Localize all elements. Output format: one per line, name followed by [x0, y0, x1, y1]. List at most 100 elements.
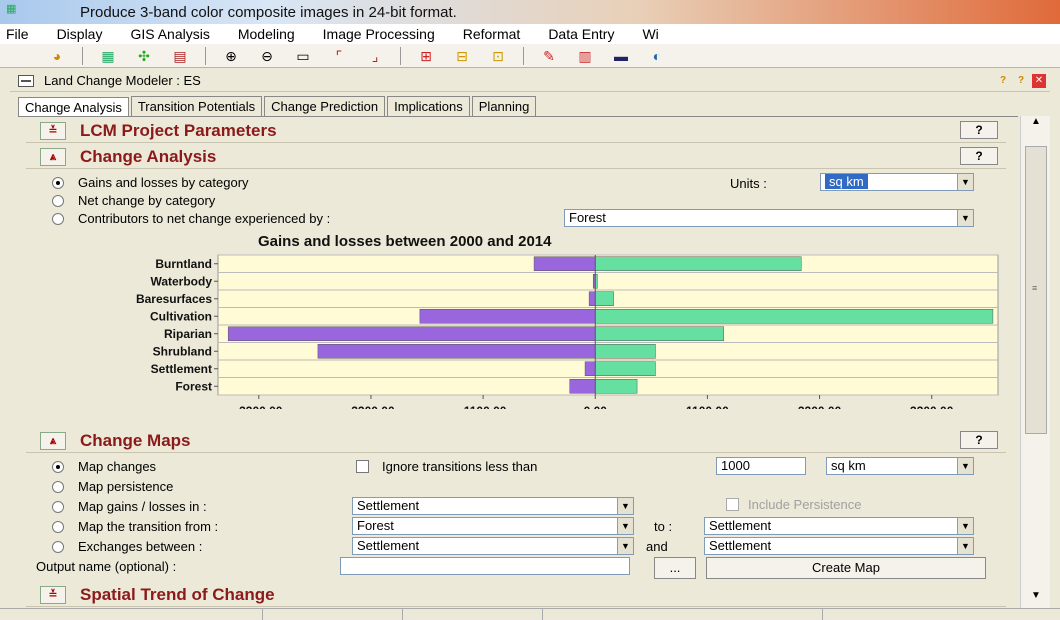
dropdown-arrow-icon[interactable]: ▼ [617, 498, 633, 514]
help-button[interactable]: ? [960, 431, 998, 449]
expand-icon[interactable]: ≚ [40, 121, 66, 140]
globe-icon[interactable]: ◐ [646, 48, 668, 64]
close-icon[interactable]: ✕ [1032, 74, 1046, 88]
scroll-up-icon[interactable]: ▲ [1025, 116, 1047, 130]
context-help-icon[interactable]: ? [1014, 74, 1028, 88]
network-icon[interactable]: ⊞ [415, 48, 437, 64]
menu-data-entry[interactable]: Data Entry [548, 26, 614, 42]
window-icon[interactable]: ▭ [292, 48, 314, 64]
open-icon[interactable]: ◕ [46, 48, 68, 64]
tab-implications[interactable]: Implications [387, 96, 470, 116]
module-title: Land Change Modeler : ES [44, 73, 201, 88]
zoom-in-icon[interactable]: ⊕ [220, 48, 242, 64]
link-icon[interactable]: ⊟ [451, 48, 473, 64]
dropdown-arrow-icon[interactable]: ▼ [957, 458, 973, 474]
scroll-down-icon[interactable]: ▼ [1025, 590, 1047, 604]
radio-button[interactable] [52, 540, 64, 553]
ignore-transitions-checkbox[interactable] [356, 460, 369, 473]
menu-file[interactable]: File [6, 26, 29, 42]
zoom-out-icon[interactable]: ⊖ [256, 48, 278, 64]
toolbar-separator [400, 46, 401, 65]
dropdown-arrow-icon[interactable]: ▼ [617, 538, 633, 554]
collapse-icon[interactable]: ⩓ [40, 147, 66, 166]
radio-button[interactable] [52, 194, 64, 207]
layer-icon[interactable]: ▤ [169, 48, 191, 64]
radio-net-change[interactable]: Net change by category [52, 193, 215, 208]
radio-label: Exchanges between : [78, 539, 203, 554]
radio-label: Map the transition from : [78, 519, 219, 534]
help-button[interactable]: ? [960, 121, 998, 139]
bar-shrubland-loss [317, 344, 596, 359]
expand-icon[interactable]: ≚ [40, 585, 66, 604]
radio-contributors[interactable]: Contributors to net change experienced b… [52, 211, 330, 226]
menu-image-processing[interactable]: Image Processing [323, 26, 435, 42]
menu-reformat[interactable]: Reformat [463, 26, 521, 42]
create-map-button[interactable]: Create Map [706, 557, 986, 579]
output-name-input[interactable] [340, 557, 630, 575]
radio-button[interactable] [52, 480, 64, 493]
map-icon[interactable]: ▦ [97, 48, 119, 64]
dropdown-arrow-icon[interactable]: ▼ [957, 174, 973, 190]
radio-exchanges[interactable]: Exchanges between : [52, 539, 202, 554]
bar-baresurfaces-gain [595, 291, 614, 306]
radio-map-gains-losses[interactable]: Map gains / losses in : [52, 499, 207, 514]
section-change-maps[interactable]: ⩓ Change Maps ? [26, 429, 1006, 453]
scale-icon[interactable]: ▬ [610, 48, 632, 64]
radio-map-transition[interactable]: Map the transition from : [52, 519, 218, 534]
tab-transition-potentials[interactable]: Transition Potentials [130, 96, 263, 116]
corner-br-icon[interactable]: ⌟ [364, 48, 386, 64]
menu-modeling[interactable]: Modeling [238, 26, 295, 42]
table-icon[interactable]: ▥ [574, 48, 596, 64]
menu-display[interactable]: Display [57, 26, 103, 42]
exchange-category-a-select[interactable]: Settlement ▼ [352, 537, 634, 555]
dropdown-arrow-icon[interactable]: ▼ [957, 538, 973, 554]
section-title: Spatial Trend of Change [80, 584, 275, 604]
radio-button[interactable] [52, 460, 64, 473]
tab-change-prediction[interactable]: Change Prediction [264, 96, 386, 116]
vertical-scrollbar[interactable]: ▲ ≡ ▼ [1020, 116, 1050, 608]
collapse-icon[interactable]: ⩓ [40, 431, 66, 450]
query-icon[interactable]: ✎ [538, 48, 560, 64]
radio-button[interactable] [52, 520, 64, 533]
radio-map-changes[interactable]: Map changes [52, 459, 156, 474]
bar-settlement-gain [595, 361, 656, 376]
corner-tl-icon[interactable]: ⌜ [328, 48, 350, 64]
category-label: Waterbody [150, 274, 212, 288]
tab-change-analysis[interactable]: Change Analysis [18, 97, 129, 117]
vector-icon[interactable]: ✣ [133, 48, 155, 64]
menu-gis-analysis[interactable]: GIS Analysis [130, 26, 209, 42]
radio-button[interactable] [52, 176, 64, 189]
radio-gains-losses[interactable]: Gains and losses by category [52, 175, 249, 190]
transition-from-select[interactable]: Forest ▼ [352, 517, 634, 535]
transition-to-value: Settlement [709, 518, 772, 533]
ignore-threshold-input[interactable]: 1000 [716, 457, 806, 475]
section-project-parameters[interactable]: ≚ LCM Project Parameters ? [26, 119, 1006, 143]
radio-button[interactable] [52, 500, 64, 513]
browse-button[interactable]: ... [654, 557, 696, 579]
menu-window[interactable]: Wi [642, 26, 658, 42]
box-icon[interactable]: ⊡ [487, 48, 509, 64]
dropdown-arrow-icon[interactable]: ▼ [957, 518, 973, 534]
include-persistence-checkbox[interactable] [726, 498, 739, 511]
units-select[interactable]: sq km ▼ [820, 173, 974, 191]
transition-to-select[interactable]: Settlement ▼ [704, 517, 974, 535]
scroll-thumb[interactable]: ≡ [1025, 146, 1047, 434]
bar-cultivation-gain [595, 309, 994, 324]
radio-button[interactable] [52, 212, 64, 225]
contributor-select[interactable]: Forest ▼ [564, 209, 974, 227]
exchange-category-b-select[interactable]: Settlement ▼ [704, 537, 974, 555]
gains-losses-category-select[interactable]: Settlement ▼ [352, 497, 634, 515]
tab-planning[interactable]: Planning [471, 96, 537, 116]
help-icon[interactable]: ? [996, 74, 1010, 88]
section-spatial-trend[interactable]: ≚ Spatial Trend of Change [26, 583, 1006, 607]
ignore-units-select[interactable]: sq km ▼ [826, 457, 974, 475]
minimize-icon[interactable] [18, 74, 34, 87]
dropdown-arrow-icon[interactable]: ▼ [957, 210, 973, 226]
x-tick-label: -2200.00 [347, 404, 395, 409]
radio-map-persistence[interactable]: Map persistence [52, 479, 173, 494]
dropdown-arrow-icon[interactable]: ▼ [617, 518, 633, 534]
section-change-analysis[interactable]: ⩓ Change Analysis ? [26, 145, 1006, 169]
bar-forest-loss [569, 379, 596, 394]
module-title-bar: Land Change Modeler : ES ? ? ✕ [10, 70, 1050, 92]
help-button[interactable]: ? [960, 147, 998, 165]
